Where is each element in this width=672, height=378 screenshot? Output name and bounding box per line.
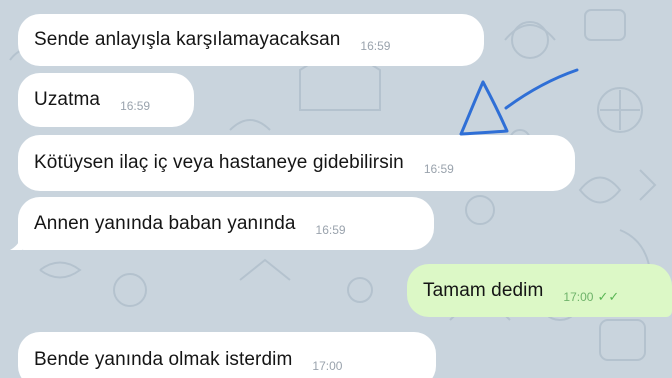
message-text: Annen yanında baban yanında <box>34 212 296 234</box>
message-time: 16:59 <box>423 162 454 176</box>
bubble-tail <box>10 236 22 250</box>
message-text: Tamam dedim <box>423 279 544 301</box>
message-time: 17:00 <box>563 289 594 304</box>
message-bubble[interactable]: Kötüysen ilaç iç veya hastaneye gidebili… <box>18 135 575 191</box>
chat-background: Sende anlayışla karşılamayacaksan 16:59 … <box>0 0 672 378</box>
message-text: Sende anlayışla karşılamayacaksan <box>34 29 341 50</box>
message-text: Bende yanında olmak isterdim <box>34 349 293 370</box>
message-time: 16:59 <box>360 39 391 53</box>
message-bubble[interactable]: Bende yanında olmak isterdim 17:00 <box>18 332 436 378</box>
double-check-icon: ✓✓ <box>597 288 620 304</box>
message-bubble-outgoing[interactable]: Tamam dedim 17:00 ✓✓ <box>407 264 672 317</box>
message-text: Uzatma <box>34 89 101 110</box>
message-bubble[interactable]: Annen yanında baban yanında 16:59 <box>18 197 434 250</box>
message-time: 17:00 <box>312 359 343 373</box>
message-time: 16:59 <box>120 99 151 113</box>
message-time: 16:59 <box>315 222 346 237</box>
message-text: Kötüysen ilaç iç veya hastaneye gidebili… <box>34 152 404 173</box>
message-bubble[interactable]: Uzatma 16:59 <box>18 73 194 127</box>
message-bubble[interactable]: Sende anlayışla karşılamayacaksan 16:59 <box>18 14 484 66</box>
